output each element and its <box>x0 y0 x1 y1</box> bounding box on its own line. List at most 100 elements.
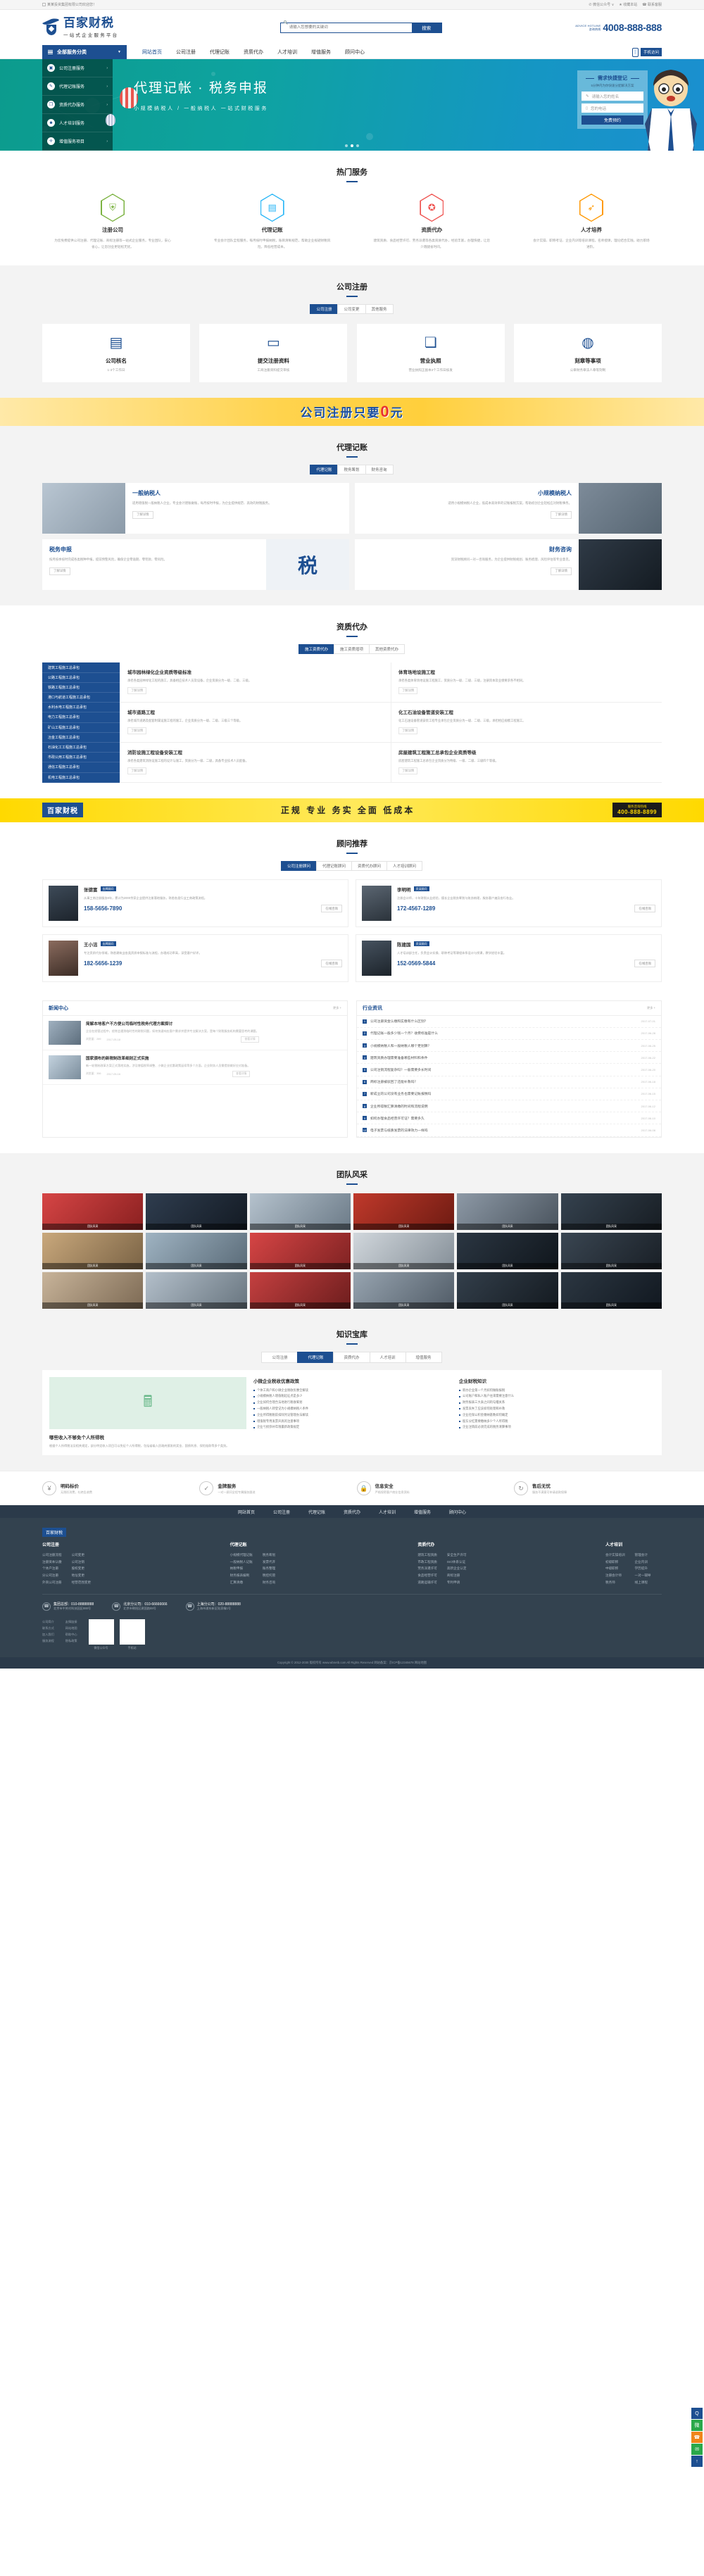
consultant-card[interactable]: 陈建国 资深顾问 人才培训部主任，负责会计实操、职称考证等课程体系设计与授课，教… <box>356 934 662 982</box>
top-link-wechat[interactable]: ✆ 微信公众号 ∨ <box>589 2 614 8</box>
team-photo[interactable]: 团队风采 <box>146 1271 247 1309</box>
consult-button[interactable]: 在线咨询 <box>321 905 342 913</box>
mobile-access-label[interactable]: 手机访问 <box>640 48 662 56</box>
footer-link[interactable]: 管理会计 <box>635 1552 651 1559</box>
qualification-cell[interactable]: 消防设施工程设备安装工程 承担各类建筑消防设施工程的设计与施工，资质分为一级、二… <box>120 742 391 783</box>
footer-link[interactable]: 建筑工程资质 <box>417 1552 437 1559</box>
qualification-sidebar-item[interactable]: 电力工程施工总承包 <box>42 712 120 723</box>
cell-more-button[interactable]: 了解详情 <box>398 687 418 695</box>
tab-tax-planning[interactable]: 税务筹划 <box>337 465 366 475</box>
footer-link[interactable]: 网站地图 <box>65 1626 77 1632</box>
knowledge-link[interactable]: 企业亏损弥补年限最新政策规定 <box>253 1424 449 1431</box>
register-step-card[interactable]: ▭ 提交注册资料 工商注册资料提交审核 <box>199 324 348 383</box>
bookkeeping-card[interactable]: 一般纳税人 适用增值税一般纳税人企业，专业会计建账做账，每月按时申报，为企业提供… <box>42 483 349 534</box>
qualification-sidebar-item[interactable]: 石油化工工程施工总承包 <box>42 743 120 753</box>
knowledge-feature[interactable]: 🖩 哪些收入不够免个人所得税 根据个人所得税法及相关规定，部分特定收入项目可以免… <box>49 1376 246 1449</box>
tab-company-register[interactable]: 公司注册 <box>310 304 339 315</box>
top-link-service[interactable]: ☎ 联系客服 <box>642 2 662 8</box>
footer-nav-training[interactable]: 人才培训 <box>379 1509 396 1515</box>
faq-more-link[interactable]: 更多 + <box>647 1006 655 1010</box>
footer-nav-consultant[interactable]: 顾问中心 <box>449 1509 466 1515</box>
qualification-sidebar-item[interactable]: 建筑工程施工总承包 <box>42 662 120 673</box>
footer-link[interactable]: ISO体系认证 <box>447 1559 467 1566</box>
float-sidebar[interactable]: Q 微 ☎ ✉ ↑ <box>691 2408 703 2468</box>
knowledge-link[interactable]: 企业所得税税前扣除凭证管理办法解读 <box>253 1412 449 1419</box>
footer-link[interactable]: 公司注销 <box>72 1559 92 1566</box>
footer-link[interactable]: 友情链接 <box>65 1619 77 1626</box>
hot-service-card[interactable]: ➶ 人才培养 会计实操、职称考证、企业内训等培训课程，名师授课，理论结合实践，助… <box>521 194 662 250</box>
team-photo[interactable]: 团队风采 <box>42 1271 144 1309</box>
faq-item[interactable]: 6 商标注册被驳回了还能补救吗？ 2017-06-18 <box>357 1076 661 1088</box>
phone-icon[interactable]: ☎ <box>691 2432 703 2443</box>
footer-link[interactable]: 税控托管 <box>263 1572 275 1579</box>
footer-link[interactable]: 纳税申报 <box>230 1565 253 1572</box>
faq-item[interactable]: 1 公司注册资金认缴和实缴有什么区别？ 2017-07-01 <box>357 1016 661 1028</box>
footer-link[interactable]: 外资公司注册 <box>42 1579 62 1586</box>
knowledge-link[interactable]: 企业注销前必须完成的税务清算事项 <box>459 1424 655 1431</box>
consultant-card[interactable]: 王小洁 金牌顾问 专注资质代办领域，熟悉建筑业各类资质申报标准与流程，办理成功率… <box>42 934 348 982</box>
footer-link[interactable]: 高新企业认定 <box>447 1565 467 1572</box>
register-step-card[interactable]: ▤ 公司核名 1-3个工作日 <box>42 324 190 383</box>
consultant-card[interactable]: 李明明 资深顾问 注册会计师，十年财税从业经验，擅长企业税务筹划与账务梳理，服务… <box>356 879 662 927</box>
qualification-sidebar-item[interactable]: 矿山工程施工总承包 <box>42 723 120 733</box>
knowledge-link[interactable]: 个体工商户和小微企业税收优惠全解读 <box>253 1388 449 1394</box>
cell-more-button[interactable]: 了解详情 <box>127 687 147 695</box>
tab-financial-consulting[interactable]: 财务咨询 <box>365 465 394 475</box>
team-photo[interactable]: 团队风采 <box>146 1193 247 1230</box>
tab-bookkeeping[interactable]: 代理记账 <box>310 465 339 475</box>
tab-kb-register[interactable]: 公司注册 <box>261 1351 298 1363</box>
nav-item-bookkeeping[interactable]: 代理记账 <box>210 49 230 56</box>
side-item-bookkeeping[interactable]: ✎ 代理记账服务 › <box>42 77 113 96</box>
faq-item[interactable]: 4 建筑资质办理需要准备哪些材料和条件 2017-06-22 <box>357 1052 661 1064</box>
register-step-card[interactable]: ◍ 刻章等事项 公章财务章法人章等刻制 <box>513 324 662 383</box>
card-more-button[interactable]: 了解详情 <box>551 567 572 575</box>
footer-link[interactable]: 公司注册流程 <box>42 1552 62 1559</box>
qualification-sidebar-item[interactable]: 水利水电工程施工总承包 <box>42 703 120 713</box>
qualification-cell[interactable]: 化工石油设备管道安装工程 化工石油设备管道安装工程专业承包企业资质分为一级、二级… <box>391 703 662 743</box>
tab-other-services[interactable]: 其他服务 <box>365 304 394 315</box>
team-photo[interactable]: 团队风采 <box>457 1232 558 1269</box>
team-photo[interactable]: 团队风采 <box>146 1232 247 1269</box>
consultant-card[interactable]: 张德富 金牌顾问 从事工商注册服务8年，累计为2000余家企业提供注册落地服务，… <box>42 879 348 927</box>
knowledge-link[interactable]: 企业如何合理合法地进行税收筹划 <box>253 1400 449 1406</box>
hero-slider-dots[interactable] <box>0 144 704 147</box>
tab-construction-qualification[interactable]: 施工资质代办 <box>298 644 334 655</box>
qualification-cell[interactable]: 体育场地设施工程 承担各类体育场地设施工程施工，资质分为一级、二级、三级，注册资… <box>391 662 662 703</box>
team-photo[interactable]: 团队风采 <box>353 1271 455 1309</box>
search-box[interactable]: 搜索 <box>279 20 442 33</box>
slogan-phone-block[interactable]: 服务咨询热线 400-888-8899 <box>612 803 662 818</box>
footer-link[interactable]: 财务报表编制 <box>230 1572 253 1579</box>
card-more-button[interactable]: 了解详情 <box>49 567 70 575</box>
knowledge-link[interactable]: 股东分红需要缴纳多少个人所得税 <box>459 1419 655 1425</box>
hero-dot[interactable] <box>356 144 359 147</box>
cell-more-button[interactable]: 了解详情 <box>398 727 418 734</box>
top-icon[interactable]: ↑ <box>691 2456 703 2467</box>
footer-link[interactable]: 学历提升 <box>635 1565 651 1572</box>
message-icon[interactable]: ✉ <box>691 2444 703 2455</box>
top-link-favorite[interactable]: ★ 收藏本站 <box>619 2 637 8</box>
team-photo[interactable]: 团队风采 <box>560 1232 662 1269</box>
consult-button[interactable]: 在线咨询 <box>321 960 342 968</box>
footer-link[interactable]: 初级职称 <box>605 1559 625 1566</box>
footer-link[interactable]: 会计实操培训 <box>605 1552 625 1559</box>
tab-kb-bookkeeping[interactable]: 代理记账 <box>297 1351 334 1363</box>
hot-service-card[interactable]: ✪ 资质代办 建筑资质、食品经营许可、劳务派遣等各类资质代办，经验丰富，办理快捷… <box>361 194 502 250</box>
team-photo[interactable]: 团队风采 <box>42 1193 144 1230</box>
knowledge-link[interactable]: 一般纳税人转登记为小规模纳税人条件 <box>253 1406 449 1412</box>
knowledge-link[interactable]: 新办企业第一个月如何做账报税 <box>459 1388 655 1394</box>
knowledge-link[interactable]: 小规模纳税人增值税起征点是多少 <box>253 1393 449 1400</box>
bookkeeping-card[interactable]: 税务申报 按月按季按时完成各类税种申报，提前预警风险，确保企业零逾期、零罚款、零… <box>42 539 349 591</box>
cell-more-button[interactable]: 了解详情 <box>398 767 418 774</box>
team-photo[interactable]: 团队风采 <box>457 1271 558 1309</box>
knowledge-link[interactable]: 公司账户和私人账户往来需要注意什么 <box>459 1393 655 1400</box>
footer-link[interactable]: 小规模代理记账 <box>230 1552 253 1559</box>
faq-item[interactable]: 2 代理记账一般多少钱一个月？收费标准是什么 2017-06-28 <box>357 1028 661 1041</box>
nav-item-consultant[interactable]: 顾问中心 <box>345 49 365 56</box>
side-item-valueadded[interactable]: ✛ 增值服务项目 › <box>42 132 113 151</box>
team-photo[interactable]: 团队风采 <box>353 1193 455 1230</box>
footer-link[interactable]: 商标注册 <box>447 1572 467 1579</box>
qualification-sidebar-item[interactable]: 港口与航道工程施工总承包 <box>42 693 120 703</box>
side-item-register[interactable]: ▣ 公司注册服务 › <box>42 59 113 77</box>
search-input[interactable] <box>280 23 412 32</box>
qualification-sidebar-item[interactable]: 通信工程施工总承包 <box>42 762 120 773</box>
